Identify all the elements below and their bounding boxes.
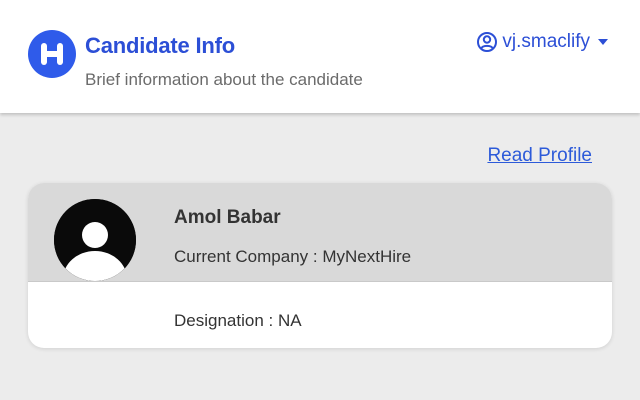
candidate-name: Amol Babar [174,207,281,228]
header: Candidate Info Brief information about t… [0,0,640,113]
candidate-company: Current Company : MyNextHire [174,247,412,266]
page-title: Candidate Info [85,33,235,58]
divider [28,281,612,282]
candidate-designation: Designation : NA [174,311,302,330]
hirebase-logo-icon [28,30,76,78]
user-icon [477,31,498,53]
page-subtitle: Brief information about the candidate [85,70,363,89]
candidate-card: Amol Babar Current Company : MyNextHire … [28,183,612,348]
read-profile-link[interactable]: Read Profile [487,145,592,167]
default-avatar-icon [54,199,136,281]
caret-down-icon [598,38,608,46]
user-menu-button[interactable]: vj.smaclify [477,31,608,53]
username: vj.smaclify [502,31,590,52]
